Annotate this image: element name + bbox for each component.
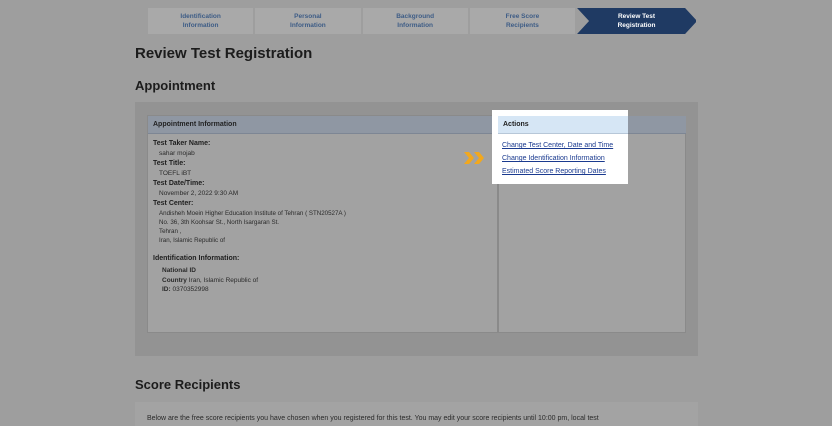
actions-column [498, 184, 686, 333]
test-title-label: Test Title: [153, 160, 186, 167]
actions-highlight: Actions Change Test Center, Date and Tim… [492, 110, 628, 184]
actions-column-shadow [628, 134, 686, 184]
change-identification-link[interactable]: Change Identification Information [502, 152, 613, 165]
appointment-details: Test Taker Name: sahar mojab Test Title:… [148, 134, 497, 300]
test-taker-value: sahar mojab [159, 150, 195, 157]
double-chevron-right-icon [464, 152, 484, 164]
registration-stepper: Identification Information Personal Info… [148, 8, 698, 34]
step-background[interactable]: Background Information [362, 8, 468, 34]
appointment-table-header: Appointment Information [148, 116, 497, 134]
change-test-center-link[interactable]: Change Test Center, Date and Time [502, 139, 613, 152]
test-taker-label: Test Taker Name: [153, 140, 211, 147]
step-identification[interactable]: Identification Information [148, 8, 254, 34]
test-date-value: November 2, 2022 9:30 AM [159, 190, 239, 197]
step-label: Personal Information [290, 13, 326, 29]
test-center-line: Andisheh Moein Higher Education Institut… [159, 210, 346, 217]
step-review[interactable]: Review Test Registration [577, 8, 696, 34]
test-center-line: Tehran , [159, 228, 182, 235]
test-center-label: Test Center: [153, 200, 194, 207]
id-country: Country Iran, Islamic Republic of [162, 276, 259, 284]
appointment-heading: Appointment [135, 78, 216, 93]
step-personal[interactable]: Personal Information [255, 8, 361, 34]
step-label: Identification Information [180, 13, 221, 29]
step-label: Free Score Recipients [505, 13, 540, 29]
test-title-value: TOEFL iBT [159, 170, 192, 177]
actions-header-shadow [628, 116, 686, 134]
step-label: Background Information [396, 13, 435, 29]
test-center-line: No. 36, 3th Koohsar St., North Isargaran… [159, 219, 280, 226]
score-reporting-dates-link[interactable]: Estimated Score Reporting Dates [502, 165, 613, 178]
actions-header: Actions [498, 116, 628, 134]
id-type: National ID [162, 267, 196, 274]
actions-links: Change Test Center, Date and Time Change… [502, 139, 613, 178]
score-recipients-text: Below are the free score recipients you … [147, 415, 599, 422]
id-number: ID: 0370352998 [162, 286, 209, 293]
page-title: Review Test Registration [135, 45, 313, 62]
identification-label: Identification Information: [153, 255, 240, 262]
score-recipients-heading: Score Recipients [135, 377, 241, 392]
test-center-line: Iran, Islamic Republic of [159, 237, 226, 244]
test-date-label: Test Date/Time: [153, 180, 205, 187]
step-label: Review Test Registration [617, 13, 656, 29]
appointment-table: Appointment Information Test Taker Name:… [147, 115, 498, 333]
score-recipients-panel [135, 402, 698, 426]
step-score-recipients[interactable]: Free Score Recipients [469, 8, 576, 34]
